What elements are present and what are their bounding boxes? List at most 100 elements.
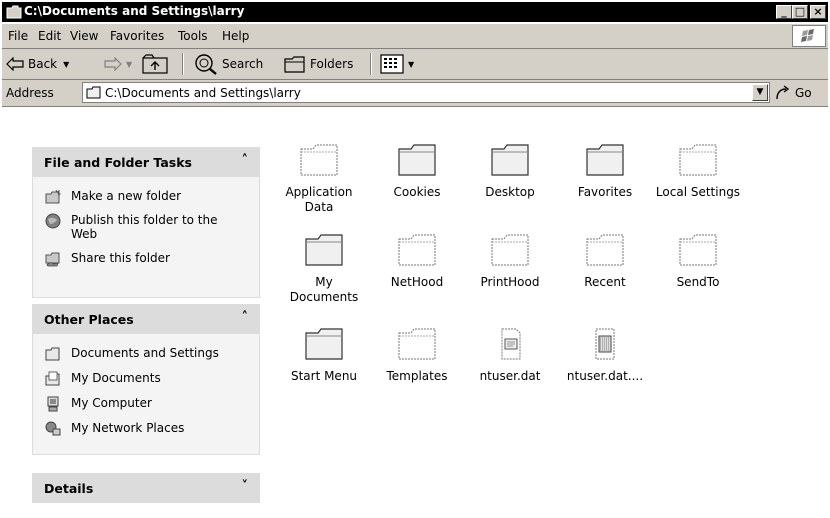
forward-arrow-icon (104, 57, 122, 71)
address-value: C:\Documents and Settings\larry (105, 86, 301, 100)
task-pane: File and Folder Tasks ˄ Make a new folde… (0, 107, 276, 518)
panel-header[interactable]: File and Folder Tasks ˄ (32, 147, 260, 177)
place-label: My Computer (71, 396, 152, 410)
folder-item[interactable]: Favorites (562, 143, 648, 200)
back-arrow-icon (6, 57, 24, 71)
item-label: ntuser.dat.... (566, 369, 644, 383)
item-label: PrintHood (480, 275, 540, 289)
place-documents-and-settings[interactable]: Documents and Settings (45, 346, 219, 362)
search-button[interactable]: Search (194, 53, 263, 75)
address-label: Address (6, 86, 54, 100)
item-label: ntuser.dat (479, 369, 541, 383)
place-my-network-places[interactable]: My Network Places (45, 421, 184, 437)
folder-item[interactable]: My Documents (281, 233, 367, 305)
title-bar[interactable]: C:\Documents and Settings\larry _ □ × (2, 2, 828, 22)
my-documents-icon (45, 371, 60, 386)
folder-item[interactable]: Recent (562, 233, 648, 290)
views-icon (380, 54, 404, 74)
folder-content: Application Data Cookies Desktop Favorit… (276, 107, 830, 518)
collapse-icon[interactable]: ˄ (242, 153, 249, 168)
folder-item[interactable]: PrintHood (467, 233, 553, 290)
address-input[interactable]: C:\Documents and Settings\larry ▼ (82, 82, 770, 103)
item-label: NetHood (390, 275, 444, 289)
close-button[interactable]: × (810, 5, 826, 19)
menu-view[interactable]: View (70, 29, 98, 43)
folder-hidden-icon (300, 144, 338, 176)
folder-hidden-icon (679, 234, 717, 266)
globe-icon (45, 213, 61, 229)
maximize-button[interactable]: □ (792, 5, 808, 19)
folder-icon (305, 328, 343, 360)
item-label: SendTo (676, 275, 720, 289)
file-folder-tasks-panel: File and Folder Tasks ˄ Make a new folde… (32, 147, 260, 298)
chevron-down-icon: ▼ (63, 59, 70, 69)
windows-logo-icon (792, 25, 826, 47)
folder-item[interactable]: Templates (374, 327, 460, 384)
folder-item[interactable]: NetHood (374, 233, 460, 290)
panel-header[interactable]: Details ˅ (32, 473, 260, 503)
back-label: Back (28, 57, 58, 71)
minimize-button[interactable]: _ (776, 5, 792, 19)
folder-hidden-icon (398, 234, 436, 266)
folder-icon (305, 234, 343, 266)
folders-button[interactable]: Folders (284, 53, 353, 75)
place-my-documents[interactable]: My Documents (45, 371, 161, 387)
panel-header[interactable]: Other Places ˄ (32, 304, 260, 334)
explorer-window: C:\Documents and Settings\larry _ □ × Fi… (0, 0, 830, 518)
menu-tools[interactable]: Tools (178, 29, 208, 43)
log-file-icon (595, 328, 615, 360)
new-folder-icon (45, 189, 61, 204)
menu-favorites[interactable]: Favorites (110, 29, 164, 43)
task-label: Share this folder (71, 251, 170, 265)
place-label: My Network Places (71, 421, 185, 435)
views-button[interactable]: ▼ (380, 53, 414, 75)
up-folder-button[interactable] (142, 53, 172, 75)
folder-icon (45, 347, 60, 361)
panel-body: Make a new folder Publish this folder to… (32, 177, 260, 298)
address-dropdown-button[interactable]: ▼ (752, 84, 768, 101)
window-title: C:\Documents and Settings\larry (24, 4, 245, 18)
task-publish-web[interactable]: Publish this folder to the Web (45, 213, 231, 241)
task-label: Publish this folder to the Web (71, 213, 218, 241)
place-my-computer[interactable]: My Computer (45, 396, 152, 412)
folder-item[interactable]: Application Data (276, 143, 362, 215)
network-icon (45, 421, 61, 436)
folder-icon (491, 144, 529, 176)
file-item[interactable]: ntuser.dat (467, 327, 553, 384)
folder-hidden-icon (398, 328, 436, 360)
expand-icon[interactable]: ˅ (242, 479, 249, 494)
item-label: Local Settings (655, 185, 741, 199)
menu-help[interactable]: Help (222, 29, 249, 43)
search-icon (195, 54, 217, 75)
folders-label: Folders (310, 57, 354, 71)
menu-edit[interactable]: Edit (38, 29, 61, 43)
folder-item[interactable]: Desktop (467, 143, 553, 200)
folder-item[interactable]: SendTo (655, 233, 741, 290)
panel-body: Documents and Settings My Documents My C… (32, 334, 260, 455)
folder-item[interactable]: Local Settings (655, 143, 741, 200)
item-label: Recent (584, 275, 626, 289)
go-button[interactable]: Go (774, 84, 812, 102)
task-make-new-folder[interactable]: Make a new folder (45, 189, 181, 205)
menu-file[interactable]: File (8, 29, 28, 43)
chevron-down-icon: ▼ (408, 59, 415, 69)
menu-bar: File Edit View Favorites Tools Help (2, 24, 828, 49)
forward-button[interactable]: ▼ (104, 53, 132, 75)
address-bar: Address C:\Documents and Settings\larry … (2, 80, 828, 107)
folder-hidden-icon (679, 144, 717, 176)
item-label: Favorites (577, 185, 633, 199)
folder-item[interactable]: Start Menu (281, 327, 367, 384)
search-label: Search (222, 57, 264, 71)
computer-icon (47, 396, 59, 412)
folder-icon (86, 86, 101, 99)
item-label: Desktop (485, 185, 535, 199)
file-item[interactable]: ntuser.dat.... (562, 327, 648, 384)
place-label: Documents and Settings (71, 346, 219, 360)
item-label: Templates (386, 369, 448, 383)
task-share-folder[interactable]: Share this folder (45, 251, 170, 267)
back-button[interactable]: Back ▼ (6, 53, 69, 75)
folder-hidden-icon (586, 234, 624, 266)
panel-title: Other Places (44, 312, 134, 327)
folder-item[interactable]: Cookies (374, 143, 460, 200)
collapse-icon[interactable]: ˄ (242, 310, 249, 325)
